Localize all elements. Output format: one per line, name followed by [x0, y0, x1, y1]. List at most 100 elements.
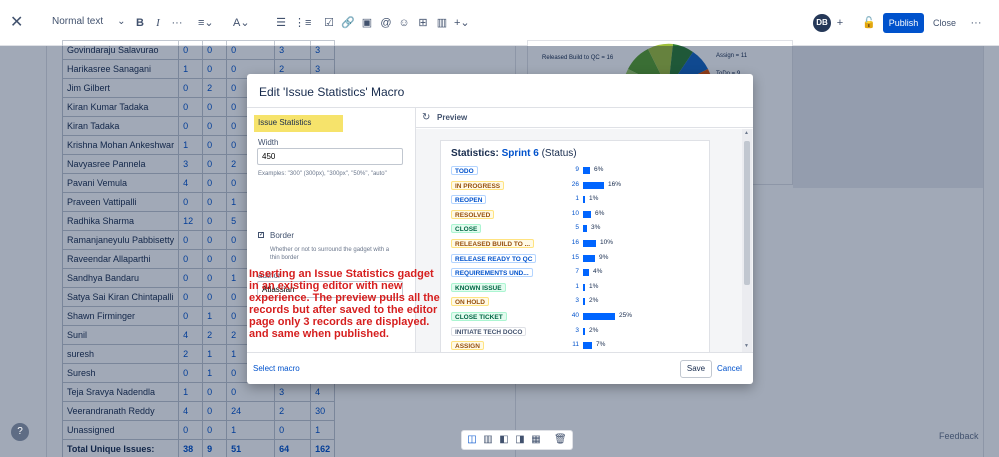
status-count[interactable]: 10	[559, 210, 579, 217]
insert-more-icon[interactable]: +⌄	[454, 14, 470, 32]
group-label: (Status)	[541, 148, 577, 159]
status-bar	[583, 167, 590, 174]
numbered-list-icon[interactable]: ⋮≡	[294, 14, 311, 32]
status-count[interactable]: 1	[559, 283, 579, 290]
status-percent: 2%	[589, 326, 599, 334]
cancel-button[interactable]: Cancel	[717, 364, 742, 373]
avatar[interactable]: DB	[813, 14, 831, 32]
image-icon[interactable]: ▣	[360, 14, 374, 32]
more-formatting-icon[interactable]: ···	[170, 14, 184, 32]
status-percent: 4%	[593, 268, 603, 276]
width-input[interactable]	[257, 148, 403, 165]
task-icon[interactable]: ☑	[322, 14, 336, 32]
mention-icon[interactable]: @	[379, 14, 393, 32]
status-lozenge[interactable]: INITIATE TECH DOCO	[451, 326, 527, 336]
gadget-title: Statistics: Sprint 6 (Status)	[451, 148, 577, 159]
border-label: Border	[270, 231, 295, 240]
status-percent: 1%	[589, 195, 599, 203]
feedback-link[interactable]: Feedback	[939, 431, 979, 441]
width-label: Width	[258, 138, 279, 147]
status-percent: 16%	[608, 180, 622, 188]
status-lozenge[interactable]: KNOWN ISSUE	[451, 282, 506, 292]
status-lozenge[interactable]: REQUIREMENTS UND...	[451, 268, 533, 278]
width-hint: Examples: "300" (300px), "300px", "50%",…	[258, 171, 387, 177]
status-bar	[583, 254, 595, 262]
italic-icon[interactable]: I	[151, 14, 165, 32]
bullet-list-icon[interactable]: ☰	[274, 14, 288, 32]
refresh-icon[interactable]: ↻	[422, 112, 430, 123]
preview-area: Statistics: Sprint 6 (Status) TODO 9 6% IN …	[416, 129, 753, 352]
status-percent: 1%	[589, 282, 599, 290]
status-lozenge[interactable]: ASSIGN	[451, 341, 484, 351]
status-bar	[583, 225, 587, 233]
status-count[interactable]: 9	[559, 166, 579, 173]
scroll-down-icon[interactable]: ▼	[744, 343, 749, 349]
preview-label: Preview	[437, 113, 468, 122]
status-lozenge[interactable]: RESOLVED	[451, 209, 495, 219]
status-lozenge[interactable]: CLOSE	[451, 224, 482, 234]
layout-icon[interactable]: ▥	[435, 14, 449, 32]
status-percent: 9%	[599, 253, 609, 261]
invite-icon[interactable]: +	[833, 14, 847, 32]
status-lozenge[interactable]: REOPEN	[451, 195, 487, 205]
border-hint: Whether or not to surround the gadget wi…	[270, 247, 390, 261]
layout-right-sidebar-icon[interactable]: ◨	[514, 434, 526, 446]
confluence-logo-icon[interactable]: ✕	[10, 14, 28, 32]
layout-three-sidebar-icon[interactable]: ▦	[530, 434, 542, 446]
preview-header: ↻ Preview	[416, 108, 753, 128]
divider	[247, 352, 753, 353]
select-macro-link[interactable]: Select macro	[253, 364, 300, 373]
save-button[interactable]: Save	[680, 360, 712, 378]
align-icon[interactable]: ≡⌄	[198, 14, 214, 32]
layout-left-sidebar-icon[interactable]: ◧	[498, 434, 510, 446]
border-checkbox[interactable]: ✓	[258, 232, 264, 238]
scrollbar-thumb[interactable]	[744, 141, 750, 285]
status-count[interactable]: 15	[559, 254, 579, 261]
layout-three-column-icon[interactable]: ▥	[482, 434, 494, 446]
layout-toolbar: ◫ ▥ ◧ ◨ ▦ 🗑	[461, 430, 573, 450]
status-lozenge[interactable]: CLOSE TICKET	[451, 312, 507, 321]
issue-statistics-gadget: Statistics: Sprint 6 (Status) TODO 9 6% IN …	[440, 140, 710, 352]
status-lozenge[interactable]: RELEASE READY TO QC	[451, 253, 537, 263]
dialog-title: Edit 'Issue Statistics' Macro	[259, 85, 405, 99]
status-count[interactable]: 7	[559, 268, 579, 275]
status-bar	[583, 342, 592, 350]
status-bar	[583, 269, 589, 277]
status-lozenge[interactable]: ON HOLD	[451, 297, 489, 307]
status-count[interactable]: 3	[559, 297, 579, 304]
status-count[interactable]: 5	[559, 224, 579, 231]
annotation-text: Inserting an Issue Statistics gadget in …	[249, 268, 440, 340]
status-count[interactable]: 1	[559, 195, 579, 202]
status-count[interactable]: 11	[559, 341, 579, 348]
status-lozenge[interactable]: IN PROGRESS	[451, 180, 505, 190]
status-count[interactable]: 40	[559, 312, 579, 319]
emoji-icon[interactable]: ☺	[397, 14, 411, 32]
status-lozenge[interactable]: RELEASED BUILD TO ...	[451, 239, 534, 248]
publish-button[interactable]: Publish	[883, 13, 924, 33]
link-icon[interactable]: 🔗	[341, 14, 355, 32]
delete-icon[interactable]: 🗑	[554, 434, 567, 446]
status-percent: 25%	[619, 312, 633, 319]
stats-heading: Statistics:	[451, 148, 499, 159]
restrictions-icon[interactable]: 🔓	[862, 14, 876, 32]
more-options-icon[interactable]: ···	[969, 14, 983, 32]
text-color-icon[interactable]: A⌄	[233, 14, 250, 32]
status-percent: 6%	[595, 209, 605, 217]
bold-icon[interactable]: B	[133, 14, 147, 32]
status-count[interactable]: 26	[559, 181, 579, 188]
status-count[interactable]: 16	[559, 239, 579, 246]
status-bar	[583, 313, 615, 320]
status-count[interactable]: 3	[559, 327, 579, 334]
status-bar	[583, 283, 585, 291]
macro-dialog: Edit 'Issue Statistics' Macro Issue Stat…	[247, 74, 753, 384]
sprint-link[interactable]: Sprint 6	[502, 148, 539, 159]
status-lozenge[interactable]: TODO	[451, 166, 478, 175]
table-icon[interactable]: ⊞	[416, 14, 430, 32]
macro-name-label: Issue Statistics	[254, 115, 343, 132]
help-icon[interactable]: ?	[11, 423, 29, 441]
status-bar	[583, 327, 585, 335]
close-button[interactable]: Close	[933, 13, 956, 33]
text-style-dropdown[interactable]: Normal text ⌄	[52, 16, 126, 27]
layout-two-column-icon[interactable]: ◫	[466, 434, 478, 446]
scroll-up-icon[interactable]: ▲	[744, 130, 749, 136]
